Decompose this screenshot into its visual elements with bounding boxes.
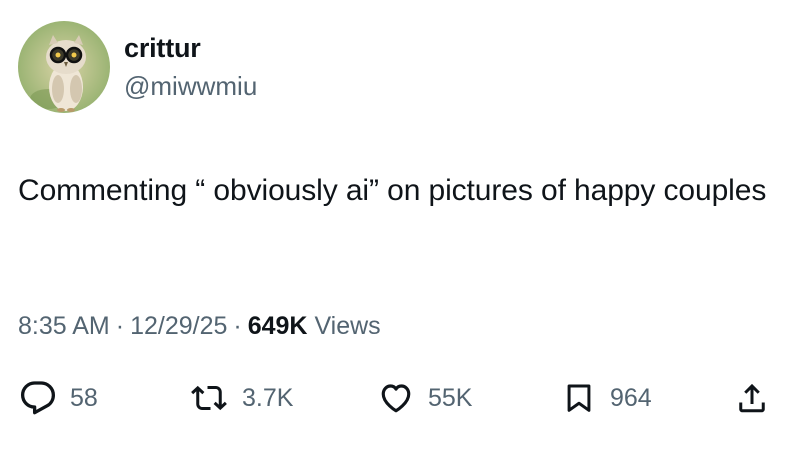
user-handle[interactable]: @miwwmiu — [124, 71, 257, 102]
bookmark-button[interactable]: 964 — [562, 376, 652, 420]
share-button[interactable] — [734, 376, 770, 420]
heart-icon — [381, 384, 411, 413]
owl-avatar-icon — [18, 21, 110, 113]
avatar[interactable] — [18, 21, 110, 113]
tweet-time[interactable]: 8:35 AM — [18, 312, 110, 340]
tweet-text: Commenting “ obviously ai” on pictures o… — [18, 174, 767, 207]
like-count: 55K — [428, 383, 473, 412]
action-bar: 58 3.7K 55K 964 — [0, 376, 800, 420]
retweet-button[interactable]: 3.7K — [190, 376, 293, 420]
display-name[interactable]: crittur — [124, 33, 201, 64]
reply-icon — [20, 381, 56, 415]
like-button[interactable]: 55K — [378, 376, 472, 420]
views-label: Views — [314, 312, 381, 340]
tweet-date[interactable]: 12/29/25 — [130, 312, 227, 340]
reply-count: 58 — [70, 383, 98, 412]
tweet-meta: 8:35 AM · 12/29/25 · 649K Views — [18, 312, 381, 341]
retweet-icon — [191, 385, 227, 411]
share-icon — [739, 383, 765, 413]
views-count: 649K — [247, 312, 308, 340]
bookmark-count: 964 — [610, 383, 652, 412]
meta-separator: · — [233, 312, 242, 340]
bookmark-icon — [567, 384, 591, 412]
meta-separator: · — [115, 312, 125, 340]
reply-button[interactable]: 58 — [20, 376, 98, 420]
retweet-count: 3.7K — [242, 383, 294, 412]
